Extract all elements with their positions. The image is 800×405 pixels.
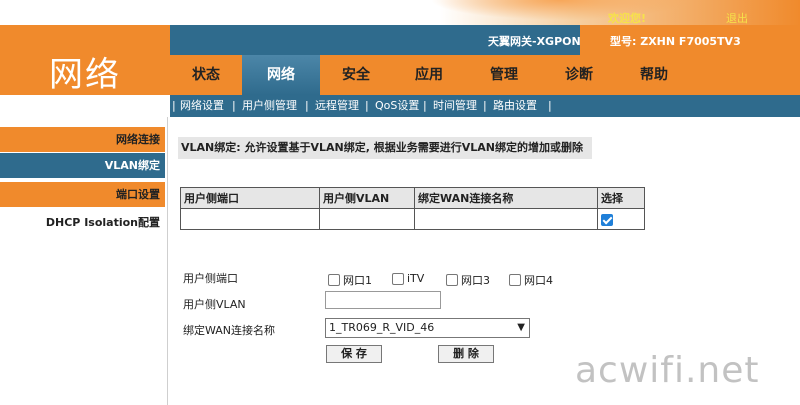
sidebar-divider	[167, 117, 168, 405]
tab-network[interactable]: 网络	[242, 55, 320, 95]
subnav-separator: |	[172, 99, 176, 112]
port-option-label: 网口3	[461, 274, 490, 287]
sidebar-item-dhcp-isolation[interactable]: DHCP Isolation配置	[0, 210, 165, 235]
brand-box: 网络	[0, 25, 170, 95]
cell-wan	[414, 208, 598, 230]
checkbox-lan1[interactable]	[328, 274, 340, 286]
tab-application[interactable]: 应用	[392, 55, 466, 95]
model-box: 型号: ZXHN F7005TV3	[580, 25, 770, 55]
chevron-down-icon: ▼	[517, 322, 525, 333]
sidebar-item-network-connection[interactable]: 网络连接	[0, 127, 165, 152]
row-select-checkbox[interactable]	[601, 213, 613, 226]
watermark: acwifi.net	[575, 350, 760, 391]
port-option-lan1[interactable]: 网口1	[328, 272, 372, 288]
checkbox-lan4[interactable]	[509, 274, 521, 286]
subnav-separator: |	[423, 99, 427, 112]
page-description: VLAN绑定: 允许设置基于VLAN绑定, 根据业务需要进行VLAN绑定的增加或…	[178, 137, 592, 159]
checkbox-lan3[interactable]	[446, 274, 458, 286]
model-text: 型号: ZXHN F7005TV3	[610, 35, 741, 48]
port-label: 用户侧端口	[183, 272, 238, 285]
section-title: 网络	[49, 55, 121, 95]
checkbox-itv[interactable]	[392, 272, 404, 285]
vlan-label: 用户侧VLAN	[183, 298, 246, 311]
wan-label: 绑定WAN连接名称	[183, 324, 276, 337]
port-option-label: 网口1	[343, 274, 372, 287]
binding-table: 用户侧端口 用户侧VLAN 绑定WAN连接名称 选择	[180, 187, 645, 230]
tab-security[interactable]: 安全	[320, 55, 392, 95]
cell-vlan	[319, 208, 415, 230]
wan-selected-value: 1_TR069_R_VID_46	[329, 321, 435, 334]
port-option-lan4[interactable]: 网口4	[509, 272, 553, 288]
table-row	[180, 208, 645, 230]
port-option-label: 网口4	[524, 274, 553, 287]
port-option-lan3[interactable]: 网口3	[446, 272, 490, 288]
column-header-wan: 绑定WAN连接名称	[414, 187, 598, 209]
tab-management[interactable]: 管理	[466, 55, 542, 95]
subnav-separator: |	[548, 99, 552, 112]
main-nav: 状态 网络 安全 应用 管理 诊断 帮助	[170, 55, 770, 95]
column-header-vlan: 用户侧VLAN	[319, 187, 415, 209]
welcome-text: 欢迎您!	[608, 12, 647, 25]
subnav-separator: |	[305, 99, 309, 112]
tab-status[interactable]: 状态	[170, 55, 242, 95]
subnav-item-remote[interactable]: 远程管理	[315, 95, 359, 117]
cell-select	[597, 208, 645, 230]
subnav-item-user-side[interactable]: 用户侧管理	[242, 95, 297, 117]
subnav-separator: |	[365, 99, 369, 112]
table-header-row: 用户侧端口 用户侧VLAN 绑定WAN连接名称 选择	[180, 187, 645, 209]
subnav-item-network-settings[interactable]: 网络设置	[180, 95, 224, 117]
subnav-separator: |	[232, 99, 236, 112]
sidebar-item-port-settings[interactable]: 端口设置	[0, 182, 165, 207]
tab-help[interactable]: 帮助	[616, 55, 692, 95]
info-bar: 天翼网关-XGPON 型号: ZXHN F7005TV3	[170, 25, 770, 55]
subnav-item-route[interactable]: 路由设置	[493, 95, 537, 117]
subnav-item-qos[interactable]: QoS设置	[375, 95, 419, 117]
save-button[interactable]: 保 存	[326, 345, 382, 363]
sub-nav: | 网络设置 | 用户侧管理 | 远程管理 | QoS设置 | 时间管理 | 路…	[170, 95, 800, 117]
top-bar: 欢迎您! 退出	[0, 0, 800, 25]
port-option-label: iTV	[407, 272, 425, 285]
right-strip-decoration	[770, 25, 800, 95]
subnav-item-time[interactable]: 时间管理	[433, 95, 477, 117]
cell-port	[180, 208, 320, 230]
delete-button[interactable]: 删 除	[438, 345, 494, 363]
logout-link[interactable]: 退出	[726, 10, 748, 26]
gateway-name: 天翼网关-XGPON	[488, 35, 581, 48]
subnav-separator: |	[483, 99, 487, 112]
sidebar-item-vlan-binding[interactable]: VLAN绑定	[0, 153, 165, 178]
header-swoosh-decoration	[430, 0, 690, 20]
tab-diagnostics[interactable]: 诊断	[542, 55, 616, 95]
column-header-port: 用户侧端口	[180, 187, 320, 209]
column-header-select: 选择	[597, 187, 645, 209]
sidebar: 网络连接 VLAN绑定 端口设置 DHCP Isolation配置	[0, 95, 170, 405]
wan-connection-select[interactable]: 1_TR069_R_VID_46 ▼	[325, 318, 530, 338]
port-option-itv[interactable]: iTV	[392, 272, 424, 285]
vlan-input[interactable]	[325, 291, 441, 309]
